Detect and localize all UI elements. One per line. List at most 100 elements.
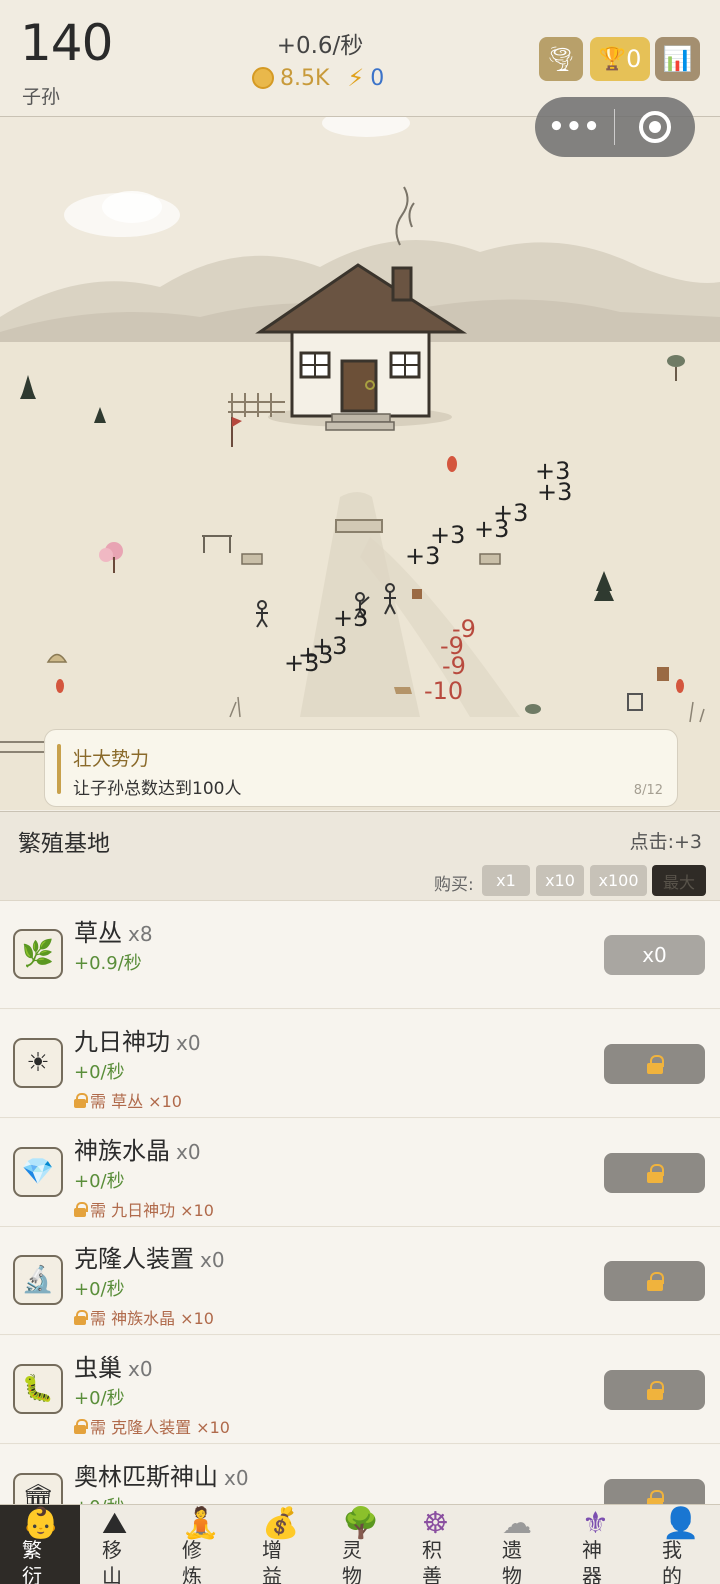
target-icon — [638, 111, 671, 143]
crystal-icon: 💎 — [13, 1147, 63, 1197]
nav-tab-spirit[interactable]: 🌳 灵物 — [320, 1505, 400, 1584]
buy-x100-button[interactable]: x100 — [590, 865, 647, 896]
item-requirement: 需 草丛 ×10 — [74, 1088, 182, 1112]
lightning-icon: ⚡ — [347, 64, 365, 92]
nav-tab-mountain[interactable]: ⛰ 移山 — [80, 1505, 160, 1584]
float-text: +3 — [537, 478, 573, 506]
more-dots-icon[interactable]: ••• — [535, 112, 614, 142]
bar-chart-icon: 📊 — [662, 45, 693, 73]
click-value: 点击:+3 — [629, 831, 702, 853]
fleur-de-lis-icon: ⚜ — [582, 1506, 609, 1541]
item-rate: +0/秒 — [74, 1493, 125, 1504]
quest-description: 让子孙总数达到100人 — [73, 779, 242, 799]
nav-label: 修炼 — [182, 1538, 202, 1584]
item-count: x0 — [224, 1466, 249, 1490]
item-count: x0 — [176, 1031, 201, 1055]
nav-label: 增益 — [262, 1538, 282, 1584]
item-name: 克隆人装置 x0 — [74, 1245, 225, 1273]
item-rate: +0/秒 — [74, 1171, 125, 1192]
nav-tab-cultivate[interactable]: 🧘 修炼 — [160, 1505, 240, 1584]
buy-label: 购买: — [434, 875, 474, 895]
nav-tab-profile[interactable]: 👤 我的 — [640, 1505, 720, 1584]
nav-label: 遗物 — [502, 1538, 522, 1584]
locked-buy-button[interactable] — [604, 1261, 705, 1301]
money-bag-icon: 💰 — [262, 1506, 300, 1541]
worm-icon: 🐛 — [13, 1364, 63, 1414]
buy-amount-row: 购买: x1 x10 x100 最大 — [0, 861, 720, 901]
user-icon: 👤 — [662, 1506, 700, 1541]
locked-buy-button[interactable] — [604, 1153, 705, 1193]
dharma-wheel-icon: ☸ — [422, 1506, 449, 1541]
nav-tab-artifact[interactable]: ⚜ 神器 — [560, 1505, 640, 1584]
item-name: 草丛 x8 — [74, 919, 153, 947]
lock-icon — [646, 1272, 664, 1291]
lock-icon — [646, 1164, 664, 1183]
game-scene[interactable]: +3 +3 +3 +3 +3 +3 +3 +3 +3 +3 -9 -9 -9 -… — [0, 117, 720, 810]
item-name: 虫巢 x0 — [74, 1354, 153, 1382]
item-name: 奥林匹斯神山 x0 — [74, 1463, 249, 1491]
coin-value: 8.5K — [280, 65, 330, 91]
trophy-count: 0 — [626, 45, 642, 73]
buy-button[interactable]: x0 — [604, 935, 705, 975]
nav-label: 移山 — [102, 1538, 122, 1584]
buy-x10-button[interactable]: x10 — [536, 865, 584, 896]
nav-label: 积善 — [422, 1538, 442, 1584]
trophy-button[interactable]: 🏆 0 — [590, 37, 650, 81]
buy-x1-button[interactable]: x1 — [482, 865, 530, 896]
nav-tab-relics[interactable]: ☁ 遗物 — [480, 1505, 560, 1584]
item-count: x0 — [200, 1248, 225, 1272]
cloud-icon: ☁ — [502, 1506, 532, 1541]
list-item: 🌿 草丛 x8 +0.9/秒 x0 — [0, 901, 720, 1009]
float-text: +3 — [333, 604, 369, 632]
item-name: 神族水晶 x0 — [74, 1137, 201, 1165]
list-item: 🏛 奥林匹斯神山x0 +0/秒 — [0, 1445, 720, 1504]
stats-button[interactable]: 📊 — [655, 37, 700, 81]
quest-panel[interactable]: 壮大势力 让子孙总数达到100人 8/12 — [44, 729, 678, 807]
locked-buy-button[interactable] — [604, 1479, 705, 1504]
nav-tab-boost[interactable]: 💰 增益 — [240, 1505, 320, 1584]
item-name: 九日神功 x0 — [74, 1028, 201, 1056]
nav-tab-charity[interactable]: ☸ 积善 — [400, 1505, 480, 1584]
lock-icon — [74, 1419, 88, 1434]
population-label: 子孙 — [22, 86, 61, 108]
item-rate: +0/秒 — [74, 1279, 125, 1300]
scene-illustration — [0, 117, 720, 810]
lock-icon — [646, 1490, 664, 1504]
locked-buy-button[interactable] — [604, 1044, 705, 1084]
lock-icon — [74, 1202, 88, 1217]
quest-accent-bar — [57, 744, 61, 794]
float-text-negative: -9 — [442, 652, 466, 680]
list-item: 💎 神族水晶 x0 +0/秒 需 九日神功 ×10 — [0, 1119, 720, 1227]
nav-label: 繁衍 — [22, 1538, 42, 1584]
tornado-button[interactable]: 🌪 — [539, 37, 583, 81]
temple-icon: 🏛 — [13, 1473, 63, 1504]
tree-icon: 🌳 — [342, 1506, 380, 1541]
float-text: +3 — [405, 542, 441, 570]
nav-label: 神器 — [582, 1538, 602, 1584]
nav-tab-breed[interactable]: 👶 繁衍 — [0, 1505, 80, 1584]
item-count: x8 — [128, 922, 153, 946]
coin-icon — [252, 67, 274, 89]
herb-icon: 🌿 — [13, 929, 63, 979]
building-list[interactable]: 🌿 草丛 x8 +0.9/秒 x0 ☀ 九日神功 x0 +0/秒 需 草丛 ×10 … — [0, 901, 720, 1504]
close-target-button[interactable] — [615, 111, 694, 143]
mountain-icon: ⛰ — [102, 1506, 128, 1541]
lock-icon — [646, 1055, 664, 1074]
item-requirement: 需 克隆人装置 ×10 — [74, 1414, 230, 1438]
lock-icon — [74, 1310, 88, 1325]
section-header: 繁殖基地 点击:+3 — [0, 811, 720, 861]
item-rate: +0/秒 — [74, 1062, 125, 1083]
trophy-icon: 🏆 — [598, 46, 627, 72]
lock-icon — [646, 1381, 664, 1400]
item-requirement: 需 神族水晶 ×10 — [74, 1305, 214, 1329]
baby-icon: 👶 — [22, 1506, 60, 1541]
item-count: x0 — [128, 1357, 153, 1381]
sun-icon: ☀ — [13, 1038, 63, 1088]
item-rate: +0.9/秒 — [74, 953, 142, 974]
quest-progress: 8/12 — [633, 783, 663, 798]
lock-icon — [74, 1093, 88, 1108]
list-item: 🐛 虫巢 x0 +0/秒 需 克隆人装置 ×10 — [0, 1336, 720, 1444]
locked-buy-button[interactable] — [604, 1370, 705, 1410]
buy-max-button[interactable]: 最大 — [652, 865, 706, 896]
tornado-icon: 🌪 — [545, 45, 577, 73]
